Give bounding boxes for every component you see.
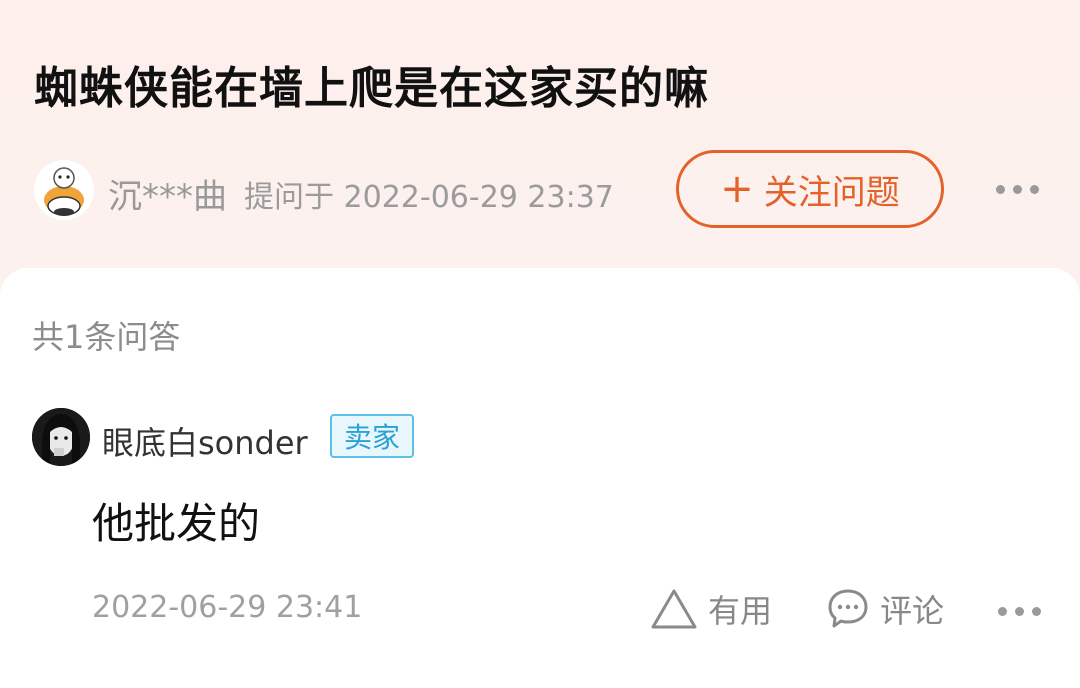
asker-avatar[interactable] [34, 160, 94, 220]
follow-question-button[interactable]: + 关注问题 [676, 150, 944, 228]
answer-timestamp: 2022-06-29 23:41 [92, 590, 363, 625]
asker-avatar-image [34, 160, 94, 220]
useful-button[interactable]: 有用 [650, 584, 772, 634]
answers-card: 共1条问答 眼底白sonder 卖家 他批发的 2022-06-29 23:41… [0, 268, 1080, 688]
answer-more-icon[interactable] [998, 596, 1048, 626]
answerer-name[interactable]: 眼底白sonder [102, 418, 308, 464]
answer-count: 共1条问答 [32, 318, 181, 356]
asker-row: 沉***曲 提问于 2022-06-29 23:37 + 关注问题 [34, 150, 1064, 230]
comment-label: 评论 [880, 592, 945, 630]
seller-badge: 卖家 [330, 414, 414, 458]
asked-timestamp: 提问于 2022-06-29 23:37 [244, 180, 614, 215]
comment-button[interactable]: 评论 [826, 584, 944, 634]
asker-name[interactable]: 沉***曲 [108, 169, 227, 218]
useful-label: 有用 [708, 592, 773, 630]
comment-bubble-icon [828, 589, 868, 628]
question-title: 蜘蛛侠能在墙上爬是在这家买的嘛 [34, 63, 709, 114]
question-header: 蜘蛛侠能在墙上爬是在这家买的嘛 沉***曲 提问于 2022-06-29 23:… [0, 0, 1080, 280]
answer-text: 他批发的 [92, 499, 261, 548]
more-icon[interactable] [996, 174, 1046, 204]
answerer-avatar[interactable] [32, 408, 90, 466]
follow-question-label: 关注问题 [763, 172, 900, 213]
triangle-useful-icon [651, 589, 697, 629]
plus-icon: + [720, 166, 754, 212]
answerer-avatar-image [32, 408, 90, 466]
